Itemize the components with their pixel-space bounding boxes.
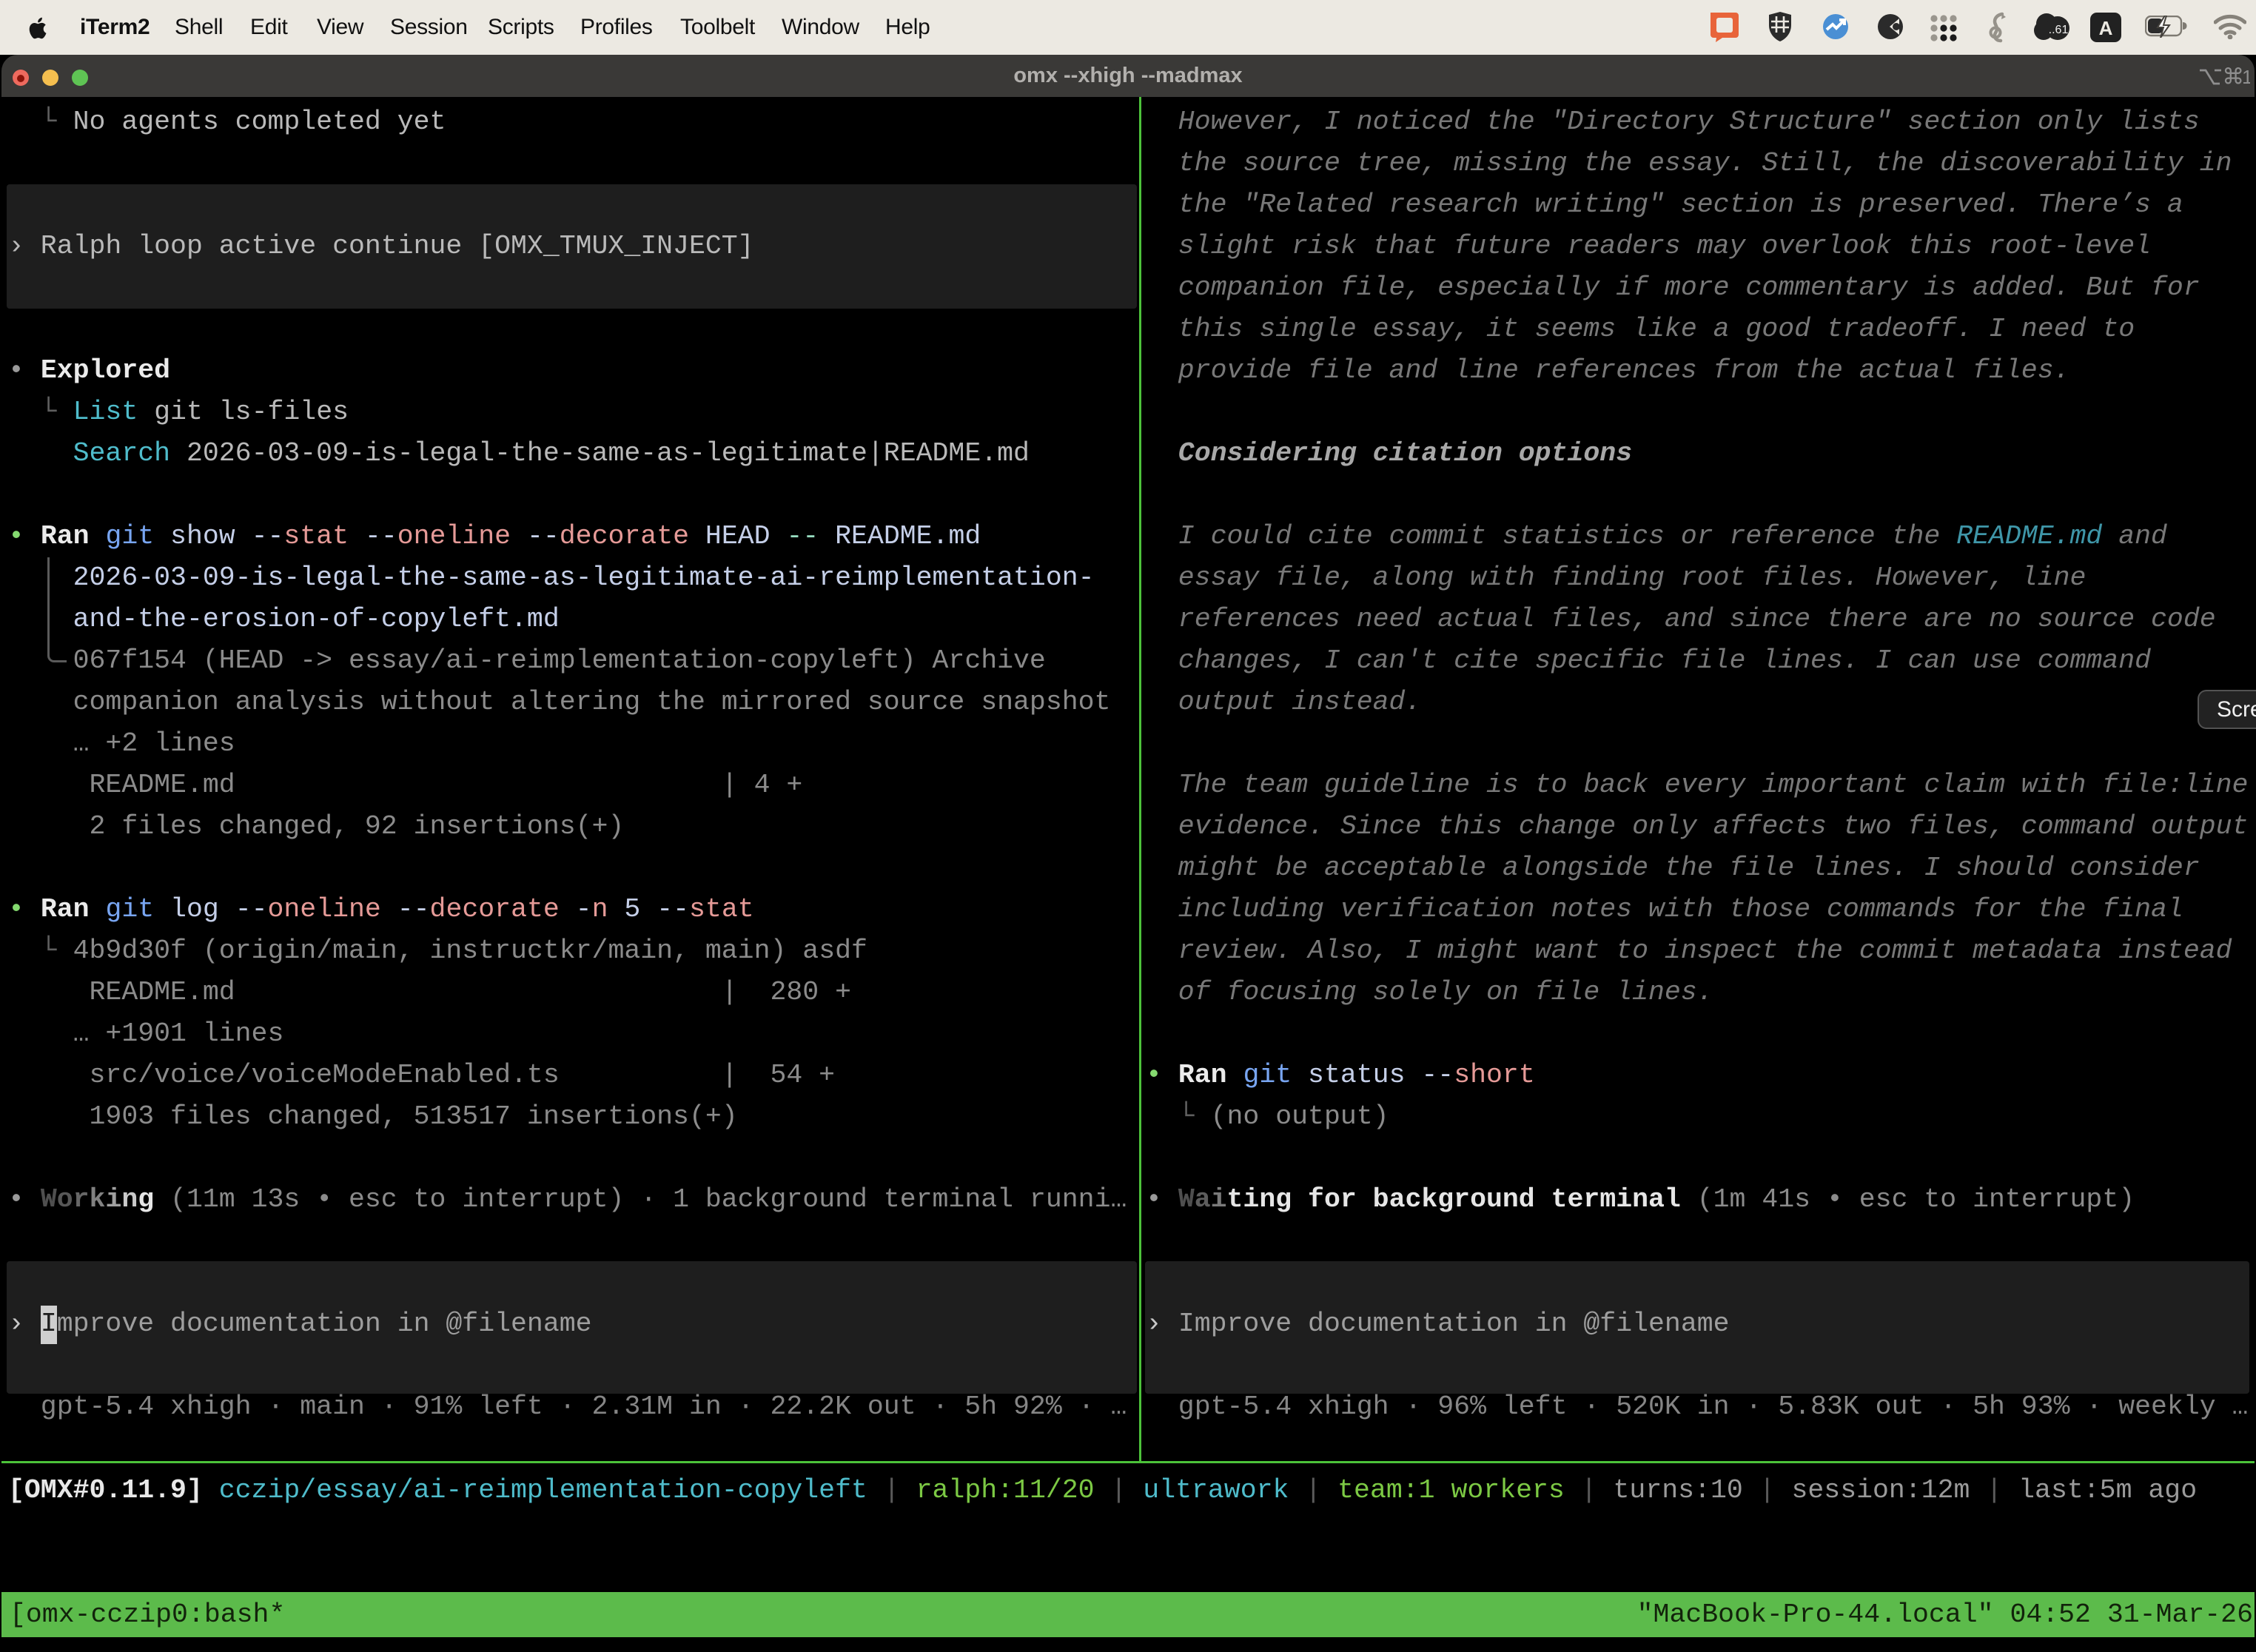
svg-text:..61: ..61: [2049, 24, 2069, 36]
svg-text:A: A: [2099, 17, 2113, 39]
svg-text:1: 1: [2242, 67, 2250, 87]
